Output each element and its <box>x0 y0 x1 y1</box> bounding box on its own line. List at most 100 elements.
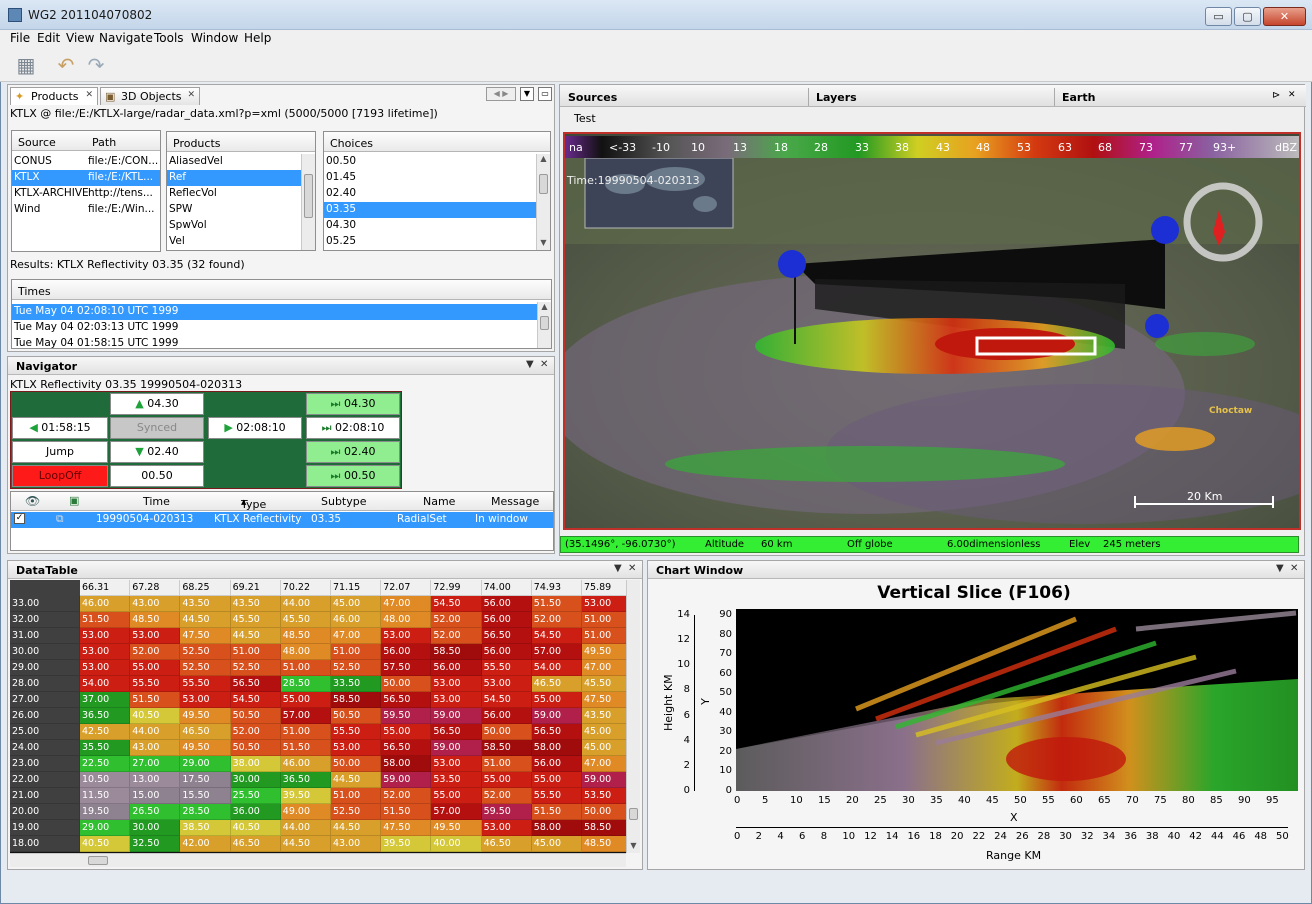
table-cell[interactable]: 58.00 <box>531 820 582 836</box>
product-table-row[interactable]: ✓ ⧉ 19990504-020313 KTLX Reflectivity 03… <box>11 512 553 528</box>
table-cell[interactable]: 55.50 <box>331 724 382 740</box>
table-cell[interactable]: 43.50 <box>230 596 281 612</box>
table-cell[interactable]: 45.00 <box>582 724 626 740</box>
table-cell[interactable]: 45.50 <box>280 612 331 628</box>
close-icon[interactable]: ✕ <box>187 90 195 100</box>
table-cell[interactable]: 46.00 <box>280 756 331 772</box>
table-cell[interactable]: 35.50 <box>80 740 131 756</box>
column-header[interactable]: 72.99 <box>431 580 482 596</box>
table-cell[interactable]: 50.50 <box>230 708 281 724</box>
menu-navigate[interactable]: Navigate <box>99 31 153 45</box>
chevron-down-icon[interactable]: ▼ <box>520 87 534 101</box>
table-cell[interactable]: 54.00 <box>80 676 131 692</box>
table-cell[interactable]: 44.00 <box>130 724 181 740</box>
table-cell[interactable]: 51.00 <box>230 644 281 660</box>
table-cell[interactable]: 38.50 <box>180 820 231 836</box>
column-header[interactable]: 67.28 <box>130 580 181 596</box>
table-cell[interactable]: 36.50 <box>280 772 331 788</box>
table-cell[interactable]: 51.00 <box>582 628 626 644</box>
table-cell[interactable]: 51.00 <box>280 724 331 740</box>
table-cell[interactable]: 56.50 <box>230 676 281 692</box>
table-cell[interactable]: 37.00 <box>80 692 131 708</box>
table-cell[interactable]: 52.00 <box>381 788 432 804</box>
tab-layers[interactable]: Layers <box>816 91 857 104</box>
table-cell[interactable]: 56.00 <box>431 660 482 676</box>
table-cell[interactable]: 46.50 <box>180 724 231 740</box>
menu-help[interactable]: Help <box>244 31 271 45</box>
table-cell[interactable]: 54.50 <box>431 596 482 612</box>
product-item[interactable]: SpwVol <box>167 218 315 234</box>
elevation-up-button[interactable]: ▲ 04.30 <box>110 393 204 415</box>
synced-button[interactable]: Synced <box>110 417 204 439</box>
menu-view[interactable]: View <box>66 31 94 45</box>
table-cell[interactable]: 51.00 <box>280 660 331 676</box>
menu-edit[interactable]: Edit <box>37 31 60 45</box>
table-cell[interactable]: 56.50 <box>431 724 482 740</box>
table-cell[interactable]: 44.00 <box>280 596 331 612</box>
chevron-down-icon[interactable]: ▼ <box>526 359 534 370</box>
table-cell[interactable]: 53.00 <box>80 628 131 644</box>
column-header[interactable]: 66.31 <box>80 580 131 596</box>
table-cell[interactable]: 45.50 <box>230 612 281 628</box>
table-cell[interactable]: 53.00 <box>80 644 131 660</box>
product-item[interactable]: AliasedVel <box>167 154 315 170</box>
table-cell[interactable]: 48.50 <box>582 836 626 852</box>
table-cell[interactable]: 52.00 <box>431 628 482 644</box>
table-cell[interactable]: 49.00 <box>280 804 331 820</box>
tab-3d-objects[interactable]: ▣ 3D Objects ✕ <box>100 87 200 105</box>
table-cell[interactable]: 29.00 <box>80 820 131 836</box>
product-item[interactable]: SPW <box>167 202 315 218</box>
column-header[interactable]: 69.21 <box>230 580 281 596</box>
choice-item[interactable]: 00.50 <box>324 154 536 170</box>
chevron-down-icon[interactable]: ▼ <box>1276 563 1284 574</box>
choice-item[interactable]: 03.35 <box>324 202 536 218</box>
latest-elevation-up[interactable]: ⏭ 04.30 <box>306 393 400 415</box>
table-cell[interactable]: 40.50 <box>80 836 131 852</box>
table-cell[interactable]: 53.00 <box>180 692 231 708</box>
loop-button[interactable]: LoopOff <box>12 465 108 487</box>
table-cell[interactable]: 57.00 <box>431 804 482 820</box>
table-cell[interactable]: 51.00 <box>481 756 532 772</box>
table-cell[interactable]: 43.00 <box>130 740 181 756</box>
table-cell[interactable]: 47.00 <box>582 756 626 772</box>
table-cell[interactable]: 32.50 <box>130 836 181 852</box>
source-row[interactable]: KTLX-ARCHIVE http://tens... <box>12 186 160 202</box>
table-cell[interactable]: 42.00 <box>180 836 231 852</box>
table-cell[interactable]: 53.50 <box>582 788 626 804</box>
table-cell[interactable]: 51.50 <box>280 740 331 756</box>
visible-checkbox[interactable]: ✓ <box>14 513 25 524</box>
close-button[interactable]: ✕ <box>1263 7 1306 26</box>
table-cell[interactable]: 52.00 <box>431 612 482 628</box>
table-cell[interactable]: 38.00 <box>230 756 281 772</box>
table-cell[interactable]: 22.50 <box>80 756 131 772</box>
product-item[interactable]: Ref <box>167 170 301 186</box>
table-cell[interactable]: 56.00 <box>531 756 582 772</box>
table-cell[interactable]: 51.50 <box>80 612 131 628</box>
menu-tools[interactable]: Tools <box>154 31 184 45</box>
column-header[interactable]: 68.25 <box>180 580 231 596</box>
table-cell[interactable]: 48.50 <box>130 612 181 628</box>
times-scrollbar[interactable]: ▲ <box>537 302 551 348</box>
table-cell[interactable]: 56.00 <box>481 708 532 724</box>
table-cell[interactable]: 55.50 <box>180 676 231 692</box>
table-cell[interactable]: 59.00 <box>431 740 482 756</box>
times-list[interactable]: Times Tue May 04 02:08:10 UTC 1999 Tue M… <box>11 279 552 349</box>
table-cell[interactable]: 53.50 <box>431 772 482 788</box>
close-icon[interactable]: ✕ <box>1290 563 1298 574</box>
choice-item[interactable]: 01.45 <box>324 170 536 186</box>
table-cell[interactable]: 58.50 <box>481 740 532 756</box>
table-cell[interactable]: 51.50 <box>130 692 181 708</box>
column-header[interactable]: 70.22 <box>280 580 331 596</box>
table-cell[interactable]: 56.50 <box>531 724 582 740</box>
table-cell[interactable]: 52.00 <box>230 724 281 740</box>
table-cell[interactable]: 47.00 <box>582 660 626 676</box>
product-table[interactable]: 👁 ▣ Time Type ▲ Subtype Name Message ✓ ⧉… <box>10 491 554 551</box>
table-cell[interactable]: 49.50 <box>180 708 231 724</box>
column-header[interactable]: 71.15 <box>331 580 382 596</box>
table-cell[interactable]: 44.50 <box>230 628 281 644</box>
table-cell[interactable]: 56.50 <box>381 740 432 756</box>
tab-products[interactable]: ✦ Products ✕ <box>10 87 98 105</box>
time-item[interactable]: Tue May 04 01:58:15 UTC 1999 <box>12 336 537 348</box>
close-icon[interactable]: ✕ <box>1288 90 1296 100</box>
save-icon[interactable]: ▦ <box>14 53 38 77</box>
